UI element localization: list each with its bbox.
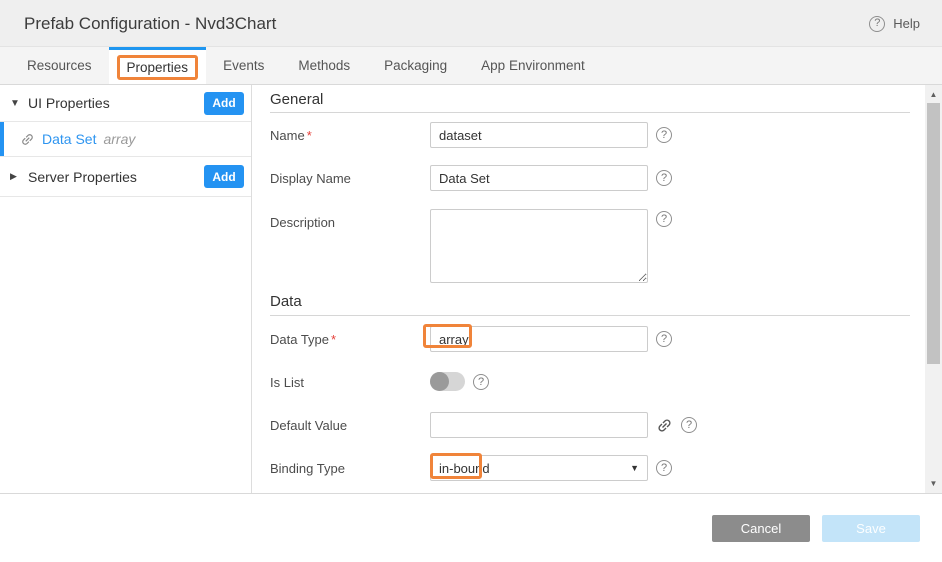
field-row-is-list: Is List ?: [270, 369, 489, 391]
sidebar-section-ui-properties[interactable]: ▼ UI Properties Add: [0, 85, 251, 122]
tab-resources[interactable]: Resources: [10, 47, 109, 84]
tab-app-environment[interactable]: App Environment: [464, 47, 602, 84]
default-value-input[interactable]: [430, 412, 648, 438]
name-help-icon[interactable]: ?: [656, 127, 672, 143]
help-icon: ?: [869, 16, 885, 32]
ui-properties-label: UI Properties: [28, 95, 110, 111]
prefab-configuration-dialog: Prefab Configuration - Nvd3Chart ? Help …: [0, 0, 942, 562]
name-label: Name*: [270, 122, 430, 143]
is-list-toggle[interactable]: [430, 372, 465, 391]
default-value-label: Default Value: [270, 412, 430, 433]
property-form-panel: General Name* ? Display Name ? Descripti…: [253, 85, 925, 493]
display-name-help-icon[interactable]: ?: [656, 170, 672, 186]
display-name-input[interactable]: [430, 165, 648, 191]
is-list-help-icon[interactable]: ?: [473, 374, 489, 390]
sidebar-section-server-properties[interactable]: ▶ Server Properties Add: [0, 157, 251, 197]
name-input[interactable]: [430, 122, 648, 148]
help-label: Help: [893, 16, 920, 31]
toggle-knob: [430, 372, 449, 391]
help-button[interactable]: ? Help: [869, 0, 920, 47]
section-heading-general: General: [270, 91, 323, 108]
required-asterisk: *: [307, 128, 312, 143]
data-set-label: Data Set: [42, 131, 96, 147]
sidebar-item-data-set[interactable]: Data Set array: [0, 122, 251, 157]
tab-label: Resources: [27, 58, 92, 73]
properties-highlight-box: Properties: [117, 55, 199, 80]
binding-type-help-icon[interactable]: ?: [656, 460, 672, 476]
tab-packaging[interactable]: Packaging: [367, 47, 464, 84]
scrollbar-thumb[interactable]: [927, 103, 940, 364]
tab-label: Properties: [127, 60, 189, 75]
description-help-icon[interactable]: ?: [656, 211, 672, 227]
tab-label: Events: [223, 58, 264, 73]
select-arrow-icon: ▼: [630, 463, 639, 473]
description-label: Description: [270, 209, 430, 230]
dialog-title: Prefab Configuration - Nvd3Chart: [24, 0, 276, 47]
bind-property-link-icon[interactable]: [652, 413, 676, 437]
data-set-type: array: [103, 131, 135, 147]
field-row-display-name: Display Name ?: [270, 165, 672, 191]
section-heading-data: Data: [270, 293, 302, 310]
tab-events[interactable]: Events: [206, 47, 281, 84]
properties-sidebar: ▼ UI Properties Add Data Set array ▶ Ser…: [0, 85, 252, 493]
add-server-property-button[interactable]: Add: [204, 165, 244, 188]
data-type-label: Data Type*: [270, 326, 430, 347]
dialog-footer: Cancel Save: [0, 494, 942, 562]
dialog-titlebar: Prefab Configuration - Nvd3Chart ? Help: [0, 0, 942, 47]
tab-label: Packaging: [384, 58, 447, 73]
binding-type-value: in-bound: [439, 461, 490, 476]
server-properties-label: Server Properties: [28, 169, 137, 185]
caret-right-icon: ▶: [10, 171, 28, 182]
caret-down-icon: ▼: [10, 98, 28, 109]
link-icon: [17, 128, 38, 149]
save-button[interactable]: Save: [822, 515, 920, 542]
description-textarea[interactable]: [430, 209, 648, 283]
selected-accent-bar: [0, 122, 4, 156]
cancel-button[interactable]: Cancel: [712, 515, 810, 542]
field-row-default-value: Default Value ?: [270, 412, 697, 438]
field-row-data-type: Data Type* ?: [270, 326, 672, 352]
binding-type-label: Binding Type: [270, 455, 430, 476]
add-ui-property-button[interactable]: Add: [204, 92, 244, 115]
tabbar: Resources Properties Events Methods Pack…: [0, 47, 942, 85]
display-name-label: Display Name: [270, 165, 430, 186]
scroll-down-button[interactable]: ▼: [925, 479, 942, 488]
section-divider: [270, 315, 910, 316]
data-type-input[interactable]: [430, 326, 648, 352]
tab-properties[interactable]: Properties: [109, 47, 207, 84]
scrollbar[interactable]: ▲ ▼: [925, 85, 942, 493]
field-row-name: Name* ?: [270, 122, 672, 148]
required-asterisk: *: [331, 332, 336, 347]
default-value-help-icon[interactable]: ?: [681, 417, 697, 433]
dialog-body: ▼ UI Properties Add Data Set array ▶ Ser…: [0, 85, 942, 494]
is-list-label: Is List: [270, 369, 430, 390]
field-row-binding-type: Binding Type in-bound ▼ ?: [270, 455, 672, 481]
field-row-description: Description ?: [270, 209, 672, 288]
scroll-up-button[interactable]: ▲: [925, 90, 942, 99]
section-divider: [270, 112, 910, 113]
binding-type-select[interactable]: in-bound ▼: [430, 455, 648, 481]
data-type-help-icon[interactable]: ?: [656, 331, 672, 347]
tab-label: Methods: [298, 58, 350, 73]
tab-methods[interactable]: Methods: [281, 47, 367, 84]
tab-label: App Environment: [481, 58, 585, 73]
